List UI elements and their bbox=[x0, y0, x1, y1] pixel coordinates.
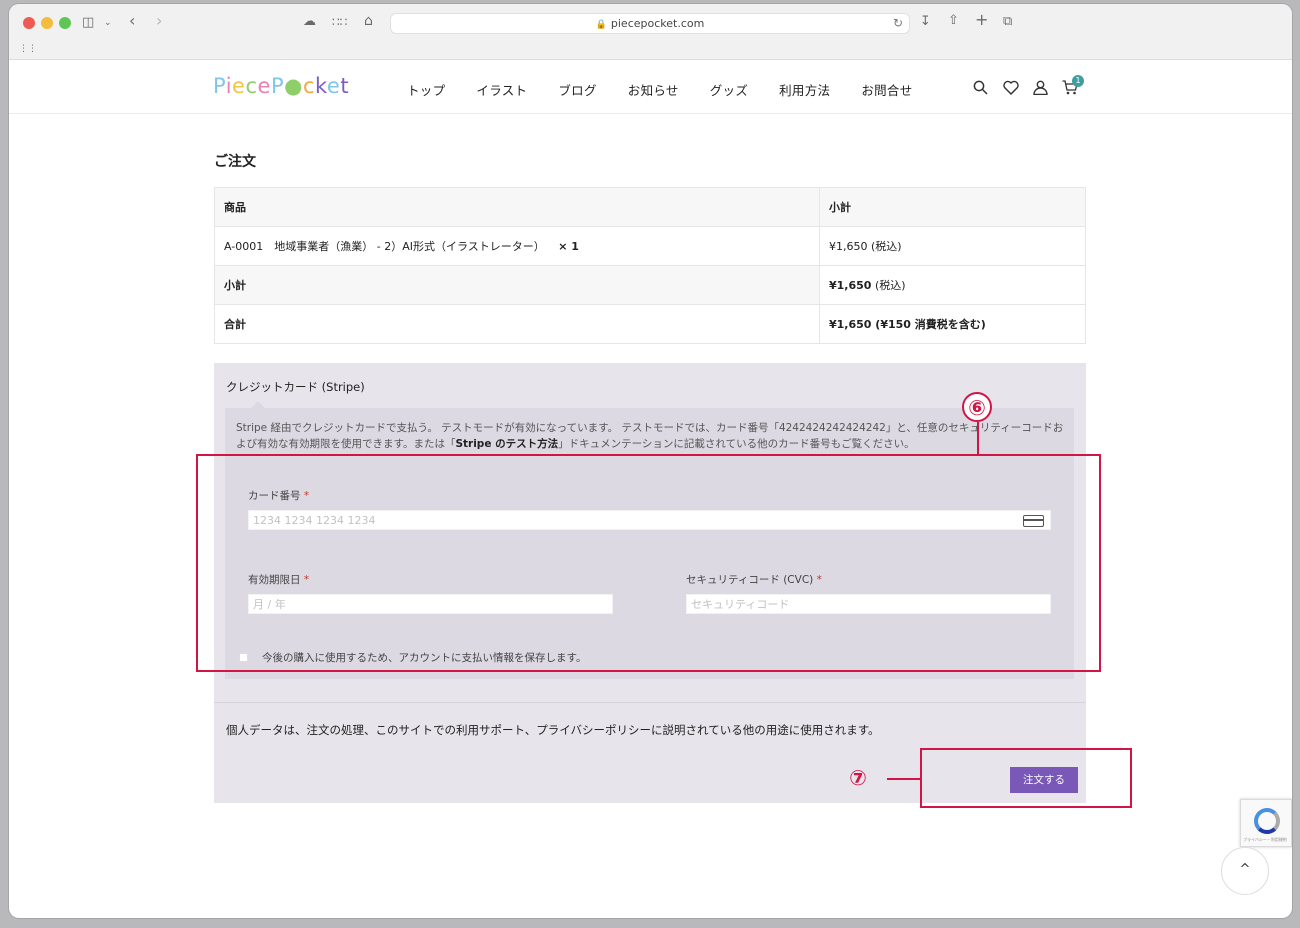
recaptcha-badge[interactable]: プライバシー・利用規約 bbox=[1240, 799, 1292, 847]
cart-count-badge: 1 bbox=[1072, 75, 1084, 87]
stripe-testing-link[interactable]: Stripe のテスト方法 bbox=[455, 438, 558, 450]
order-review-table: 商品 小計 A-0001 地域事業者（漁業） - 2）AI形式（イラストレーター… bbox=[214, 187, 1086, 344]
column-header-subtotal: 小計 bbox=[819, 187, 1086, 227]
subtotal-amount: ¥1,650 bbox=[829, 279, 872, 292]
scroll-to-top-button[interactable]: ^ bbox=[1221, 847, 1269, 895]
reload-icon[interactable]: ↻ bbox=[893, 14, 903, 33]
total-suffix: (¥150 消費税を含む) bbox=[875, 318, 986, 331]
url-text: piecepocket.com bbox=[610, 17, 705, 30]
product-cell: A-0001 地域事業者（漁業） - 2）AI形式（イラストレーター） × 1 bbox=[214, 226, 820, 266]
chevron-down-icon[interactable]: ⌄ bbox=[104, 16, 112, 30]
user-icon[interactable] bbox=[1033, 80, 1048, 98]
chevron-up-icon: ^ bbox=[1239, 862, 1251, 877]
heart-icon[interactable] bbox=[1003, 80, 1019, 98]
test-mode-text-end: 」ドキュメンテーションに記載されている他のカード番号もご覧ください。 bbox=[558, 438, 915, 450]
recaptcha-text: プライバシー・利用規約 bbox=[1243, 837, 1287, 842]
product-price: ¥1,650 (税込) bbox=[819, 226, 1086, 266]
column-header-product: 商品 bbox=[214, 187, 820, 227]
product-name: A-0001 地域事業者（漁業） - 2）AI形式（イラストレーター） bbox=[224, 240, 545, 253]
annotation-number-7: ⑦ bbox=[849, 766, 867, 790]
search-icon[interactable] bbox=[973, 80, 988, 98]
address-bar[interactable]: 🔒 piecepocket.com ↻ bbox=[390, 13, 910, 34]
subtotal-label: 小計 bbox=[214, 265, 820, 305]
download-icon[interactable]: ↧ bbox=[920, 15, 931, 29]
nav-item-illust[interactable]: イラスト bbox=[476, 80, 527, 99]
browser-window: ◫ ⌄ ‹ › ⋮⋮ ☁ ∷∷ ⌂ 🔒 piecepocket.com ↻ ↧ ⇧… bbox=[9, 4, 1292, 918]
share-icon[interactable]: ⇧ bbox=[948, 14, 959, 28]
annotation-box-step7 bbox=[920, 748, 1132, 808]
cloud-icon[interactable]: ☁ bbox=[303, 15, 316, 29]
back-arrow-icon[interactable]: ‹ bbox=[129, 13, 135, 29]
new-tab-icon[interactable]: + bbox=[975, 12, 988, 28]
total-row: 合計 ¥1,650 (¥150 消費税を含む) bbox=[214, 304, 1086, 344]
nav-item-contact[interactable]: お問合せ bbox=[861, 80, 912, 99]
subtotal-value: ¥1,650 (税込) bbox=[819, 265, 1086, 305]
minimize-window-button[interactable] bbox=[41, 17, 53, 29]
product-quantity: × 1 bbox=[558, 240, 579, 253]
subtotal-suffix: (税込) bbox=[874, 279, 906, 292]
total-value: ¥1,650 (¥150 消費税を含む) bbox=[819, 304, 1086, 344]
total-amount: ¥1,650 bbox=[829, 318, 872, 331]
maximize-window-button[interactable] bbox=[59, 17, 71, 29]
main-nav: トップ イラスト ブログ お知らせ グッズ 利用方法 お問合せ bbox=[407, 80, 944, 99]
section-divider bbox=[214, 702, 1086, 703]
tab-overview-icon[interactable]: ⧉ bbox=[1003, 15, 1012, 29]
sidebar-toggle-icon[interactable]: ◫ bbox=[82, 16, 94, 30]
home-icon[interactable]: ⌂ bbox=[364, 14, 373, 28]
payment-method-label[interactable]: クレジットカード (Stripe) bbox=[226, 379, 365, 395]
table-header-row: 商品 小計 bbox=[214, 187, 1086, 227]
site-logo[interactable]: PieceP●cket bbox=[213, 74, 349, 98]
nav-item-news[interactable]: お知らせ bbox=[628, 80, 679, 99]
close-window-button[interactable] bbox=[23, 17, 35, 29]
annotation-connector-7 bbox=[887, 778, 920, 780]
nav-item-blog[interactable]: ブログ bbox=[558, 80, 596, 99]
annotation-number-6: ⑥ bbox=[962, 392, 992, 422]
lock-icon: 🔒 bbox=[595, 20, 607, 30]
annotation-connector-6 bbox=[977, 422, 979, 454]
nav-item-goods[interactable]: グッズ bbox=[710, 80, 748, 99]
table-row: A-0001 地域事業者（漁業） - 2）AI形式（イラストレーター） × 1 … bbox=[214, 226, 1086, 266]
recaptcha-icon bbox=[1254, 808, 1280, 834]
total-label: 合計 bbox=[214, 304, 820, 344]
forward-arrow-icon[interactable]: › bbox=[156, 13, 162, 29]
nav-item-usage[interactable]: 利用方法 bbox=[779, 80, 830, 99]
browser-titlebar: ◫ ⌄ ‹ › ⋮⋮ ☁ ∷∷ ⌂ 🔒 piecepocket.com ↻ ↧ ⇧… bbox=[9, 4, 1292, 60]
apps-grid-icon[interactable]: ∷∷ bbox=[332, 15, 347, 29]
site-header: PieceP●cket トップ イラスト ブログ お知らせ グッズ 利用方法 お… bbox=[9, 61, 1292, 114]
test-mode-description: Stripe 経由でクレジットカードで支払う。 テストモードが有効になっています… bbox=[236, 420, 1066, 452]
tab-grid-icon[interactable]: ⋮⋮ bbox=[19, 42, 37, 56]
page-title: ご注文 bbox=[214, 154, 256, 170]
privacy-notice: 個人データは、注文の処理、このサイトでの利用サポート、プライバシーポリシーに説明… bbox=[226, 723, 880, 737]
nav-item-top[interactable]: トップ bbox=[407, 80, 445, 99]
annotation-box-step6 bbox=[196, 454, 1101, 672]
subtotal-row: 小計 ¥1,650 (税込) bbox=[214, 265, 1086, 305]
